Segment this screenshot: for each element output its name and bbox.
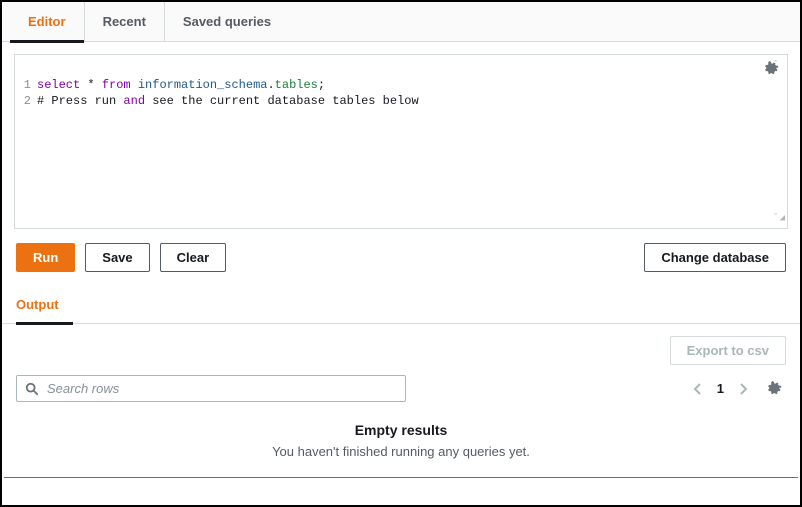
tab-saved-queries[interactable]: Saved queries — [165, 2, 289, 42]
resize-grip-icon[interactable]: ◢ — [780, 210, 785, 226]
search-rows-input[interactable] — [47, 381, 397, 396]
page-next-button[interactable] — [734, 378, 752, 400]
output-tabs: Output — [2, 286, 800, 324]
pagination: 1 — [689, 377, 786, 401]
line-gutter: 12 — [15, 77, 37, 228]
top-tabs: Editor Recent Saved queries — [2, 2, 800, 42]
output-settings-icon[interactable] — [762, 377, 786, 401]
tab-recent[interactable]: Recent — [85, 2, 165, 42]
code-lines[interactable]: select * from information_schema.tables;… — [37, 77, 787, 228]
tab-editor[interactable]: Editor — [10, 2, 85, 42]
search-rows-input-wrap[interactable] — [16, 375, 406, 402]
empty-results-title: Empty results — [2, 422, 800, 438]
change-database-button[interactable]: Change database — [644, 243, 786, 272]
bottom-divider — [4, 477, 798, 478]
output-toolbar: Export to csv — [2, 324, 800, 369]
output-search-row: 1 — [2, 369, 800, 416]
sql-editor[interactable]: 12 select * from information_schema.tabl… — [14, 54, 788, 229]
code-area[interactable]: 12 select * from information_schema.tabl… — [15, 55, 787, 228]
tab-output[interactable]: Output — [16, 286, 63, 324]
empty-results: Empty results You haven't finished runni… — [2, 416, 800, 477]
export-csv-button[interactable]: Export to csv — [670, 336, 786, 365]
empty-results-text: You haven't finished running any queries… — [2, 444, 800, 459]
editor-scrollbar[interactable]: ˆˇ — [773, 55, 787, 228]
clear-button[interactable]: Clear — [160, 243, 227, 272]
editor-actions: Run Save Clear Change database — [2, 229, 800, 286]
page-prev-button[interactable] — [689, 378, 707, 400]
run-button[interactable]: Run — [16, 243, 75, 272]
search-icon — [25, 382, 39, 396]
save-button[interactable]: Save — [85, 243, 149, 272]
page-number: 1 — [717, 381, 724, 396]
